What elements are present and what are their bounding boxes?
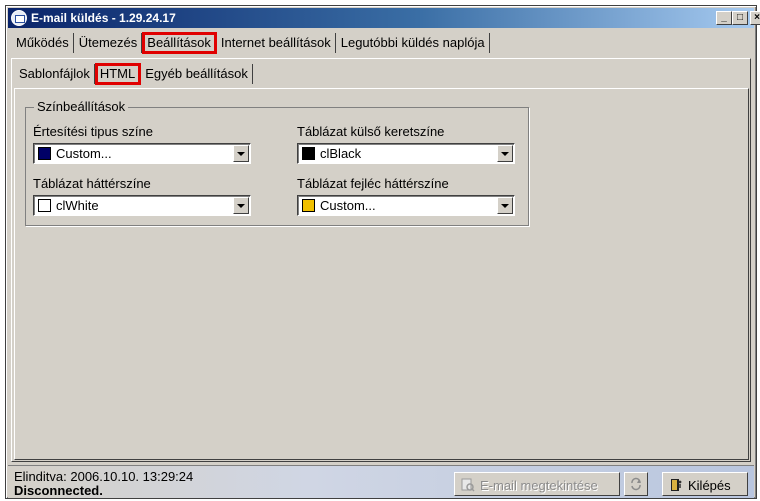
maximize-button[interactable]: □ (732, 11, 748, 25)
document-preview-icon (461, 478, 475, 492)
main-tab-strip: Működés Ütemezés Beállítások Internet beáll… (12, 32, 491, 55)
close-button[interactable]: × (750, 11, 760, 25)
exit-label: Kilépés (688, 478, 731, 493)
refresh-button[interactable] (624, 472, 648, 496)
window-title: E-mail küldés - 1.29.24.17 (31, 11, 176, 25)
chevron-down-icon[interactable] (233, 145, 249, 162)
notification-color-value: Custom... (56, 146, 112, 161)
tab-legutobbi-kuldes-naploja[interactable]: Legutóbbi küldés naplója (337, 33, 490, 53)
app-mail-icon[interactable] (11, 10, 27, 26)
table-background-color-value: clWhite (56, 198, 99, 213)
tab-beallitasok[interactable]: Beállítások (142, 32, 217, 54)
table-header-color-value: Custom... (320, 198, 376, 213)
refresh-icon (631, 477, 641, 491)
tab-utemezes[interactable]: Ütemezés (75, 33, 143, 53)
tab-internet-beallitasok[interactable]: Internet beállítások (217, 33, 336, 53)
exit-button[interactable]: Kilépés (662, 472, 748, 496)
chevron-down-icon[interactable] (497, 145, 513, 162)
app-window: E-mail küldés - 1.29.24.17 _ □ × Működés… (5, 5, 760, 499)
chevron-down-icon[interactable] (497, 197, 513, 214)
tab-html[interactable]: HTML (94, 63, 142, 85)
minimize-button[interactable]: _ (716, 11, 732, 25)
exit-door-icon (671, 479, 682, 491)
email-preview-button[interactable]: E-mail megtekintése (454, 472, 620, 496)
color-settings-title: Színbeállítások (34, 99, 129, 114)
table-border-color-value: clBlack (320, 146, 362, 161)
notification-color-select[interactable]: Custom... (33, 143, 251, 164)
color-swatch (38, 199, 51, 212)
tab-sablonfajlok[interactable]: Sablonfájlok (15, 64, 95, 84)
notification-color-label: Értesítési tipus színe (33, 124, 153, 139)
table-header-color-select[interactable]: Custom... (297, 195, 515, 216)
tab-mukodes[interactable]: Működés (12, 33, 74, 53)
email-preview-label: E-mail megtekintése (480, 478, 598, 493)
table-border-color-label: Táblázat külső keretszíne (297, 124, 445, 139)
table-border-color-select[interactable]: clBlack (297, 143, 515, 164)
table-background-color-select[interactable]: clWhite (33, 195, 251, 216)
color-swatch (302, 147, 315, 160)
table-header-color-label: Táblázat fejléc háttérszíne (297, 176, 449, 191)
table-background-color-label: Táblázat háttérszíne (33, 176, 151, 191)
tab-egyeb-beallitasok[interactable]: Egyéb beállítások (141, 64, 253, 84)
connection-status: Disconnected. (14, 483, 103, 498)
color-swatch (302, 199, 315, 212)
status-bar: Elinditva: 2006.10.10. 13:29:24 Disconne… (8, 465, 754, 498)
chevron-down-icon[interactable] (233, 197, 249, 214)
sub-tab-strip: Sablonfájlok HTML Egyéb beállítások (15, 63, 254, 86)
start-time-text: Elinditva: 2006.10.10. 13:29:24 (14, 469, 194, 484)
title-bar[interactable]: E-mail küldés - 1.29.24.17 _ □ × (8, 8, 760, 28)
color-swatch (38, 147, 51, 160)
